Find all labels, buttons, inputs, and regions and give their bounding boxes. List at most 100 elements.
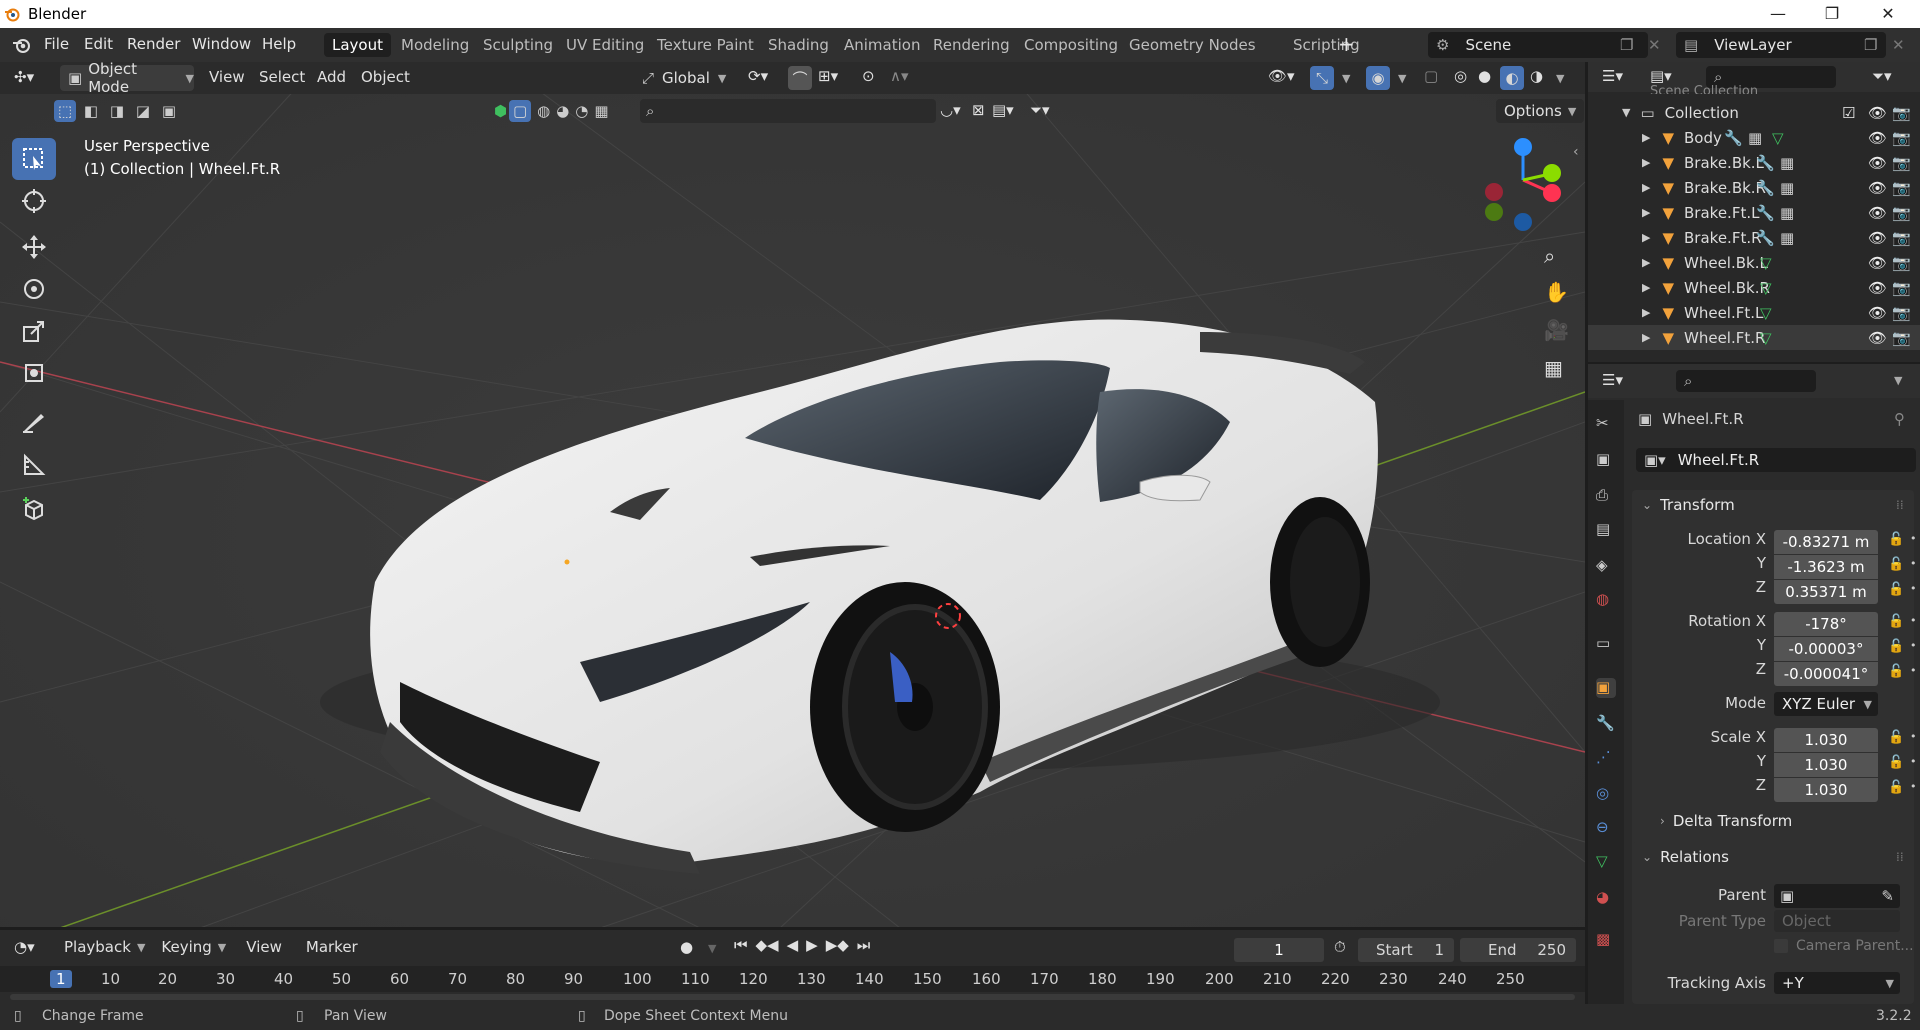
annotate-tool[interactable] bbox=[12, 400, 56, 442]
expand-arrow-icon[interactable]: ▶ bbox=[1642, 156, 1650, 169]
properties-search-input[interactable]: ⌕ bbox=[1676, 370, 1816, 392]
end-frame-field[interactable]: End 250 bbox=[1460, 938, 1576, 962]
keyframe-dot-icon[interactable]: • bbox=[1910, 639, 1917, 652]
eyedropper-icon[interactable]: ✎ bbox=[1881, 887, 1894, 905]
link-icon[interactable]: ◡▾ bbox=[940, 101, 961, 119]
jump-keyframe-forward-icon[interactable]: ▶◆ bbox=[826, 936, 849, 954]
filter-all-icon[interactable]: ⬢ bbox=[494, 102, 507, 120]
transform-tool[interactable] bbox=[12, 352, 56, 394]
keyframe-dot-icon[interactable]: • bbox=[1910, 664, 1917, 677]
lock-icon[interactable]: 🔓 bbox=[1888, 780, 1904, 795]
lock-icon[interactable]: 🔓 bbox=[1888, 664, 1904, 679]
tab-modeling[interactable]: Modeling bbox=[393, 33, 477, 57]
record-icon[interactable]: ● bbox=[680, 938, 693, 956]
filter-globe-icon[interactable]: ◔ bbox=[575, 102, 588, 120]
tab-uv-editing[interactable]: UV Editing bbox=[558, 33, 652, 57]
filter-icon[interactable]: ⏷▾ bbox=[1030, 101, 1050, 119]
outliner-item[interactable]: ▶ ▼ Body 🔧 ▦ ▽ 👁 📷 bbox=[1588, 125, 1920, 150]
marker-menu[interactable]: Marker bbox=[306, 938, 358, 956]
keying-menu[interactable]: Keying bbox=[161, 938, 211, 956]
menu-help[interactable]: Help bbox=[262, 35, 296, 53]
lock-icon[interactable]: 🔓 bbox=[1888, 582, 1904, 597]
data-tab-icon[interactable]: ▽ bbox=[1596, 852, 1616, 872]
viewlayer-selector[interactable]: ▤ ViewLayer bbox=[1676, 32, 1886, 58]
falloff-icon[interactable]: ∧▾ bbox=[890, 67, 909, 85]
outliner-item[interactable]: ▶ ▼ Wheel.Bk.R ▽ 👁 📷 bbox=[1588, 275, 1920, 300]
visibility-icon[interactable]: 👁▾ bbox=[1268, 67, 1295, 85]
eye-icon[interactable]: 👁 bbox=[1868, 104, 1887, 122]
lock-icon[interactable]: 🔓 bbox=[1888, 532, 1904, 547]
filter-mesh-icon[interactable]: ▢ bbox=[509, 100, 532, 122]
start-frame-field[interactable]: Start 1 bbox=[1358, 938, 1454, 962]
outliner-collection-row[interactable]: ▼ ▭ Collection ☑ 👁 📷 bbox=[1588, 100, 1920, 125]
scale-z-field[interactable]: 1.030 bbox=[1774, 778, 1878, 802]
ortho-grid-icon[interactable]: ▦ bbox=[1544, 356, 1563, 380]
outliner-item[interactable]: ▶ ▼ Wheel.Bk.L ▽ 👁 📷 bbox=[1588, 250, 1920, 275]
lock-icon[interactable]: 🔓 bbox=[1888, 755, 1904, 770]
tab-rendering[interactable]: Rendering bbox=[925, 33, 1018, 57]
object-tab-icon[interactable]: ▣ bbox=[1596, 678, 1616, 698]
camera-render-icon[interactable]: 📷 bbox=[1892, 204, 1911, 222]
parent-type-dropdown[interactable]: Object bbox=[1774, 910, 1900, 932]
keyframe-dot-icon[interactable]: • bbox=[1910, 557, 1917, 570]
expand-arrow-icon[interactable]: ▶ bbox=[1642, 206, 1650, 219]
minimize-button[interactable]: — bbox=[1750, 0, 1806, 28]
camera-render-icon[interactable]: 📷 bbox=[1892, 304, 1911, 322]
camera-render-icon[interactable]: 📷 bbox=[1892, 254, 1911, 272]
tab-geometry-nodes[interactable]: Geometry Nodes bbox=[1121, 33, 1264, 57]
menu-file[interactable]: File bbox=[44, 35, 69, 53]
eye-icon[interactable]: 👁 bbox=[1868, 304, 1887, 322]
modifier-tab-icon[interactable]: 🔧 bbox=[1596, 714, 1616, 734]
tab-texture-paint[interactable]: Texture Paint bbox=[649, 33, 762, 57]
close-button[interactable]: ✕ bbox=[1860, 0, 1916, 28]
location-x-field[interactable]: -0.83271 m bbox=[1774, 530, 1878, 554]
timeline-editor-icon[interactable]: ◔▾ bbox=[14, 938, 35, 956]
camera-render-icon[interactable]: 📷 bbox=[1892, 179, 1911, 197]
scene-selector[interactable]: ⚙ Scene bbox=[1428, 32, 1648, 58]
move-tool[interactable] bbox=[12, 226, 56, 268]
delta-transform-subpanel[interactable]: › Delta Transform bbox=[1660, 812, 1792, 830]
gizmo-toggle-icon[interactable]: ⤡ bbox=[1310, 66, 1334, 90]
select-subtract-icon[interactable]: ◨ bbox=[106, 100, 128, 122]
tab-layout[interactable]: Layout bbox=[324, 33, 391, 57]
outliner-editor-icon[interactable]: ☰▾ bbox=[1602, 67, 1623, 85]
remove-viewlayer-icon[interactable]: ✕ bbox=[1892, 36, 1905, 54]
eye-icon[interactable]: 👁 bbox=[1868, 254, 1887, 272]
outliner-item[interactable]: ▶ ▼ Brake.Bk.R 🔧 ▦ 👁 📷 bbox=[1588, 175, 1920, 200]
outliner-item[interactable]: ▶ ▼ Wheel.Ft.L ▽ 👁 📷 bbox=[1588, 300, 1920, 325]
stopwatch-icon[interactable]: ⏱ bbox=[1334, 938, 1346, 956]
select-invert-icon[interactable]: ◪ bbox=[132, 100, 154, 122]
keyframe-dot-icon[interactable]: • bbox=[1910, 532, 1917, 545]
relations-panel-header[interactable]: ⌄ Relations bbox=[1642, 848, 1729, 866]
add-cube-tool[interactable] bbox=[12, 488, 56, 530]
eye-icon[interactable]: 👁 bbox=[1868, 154, 1887, 172]
overlay-toggle-icon[interactable]: ◉ bbox=[1366, 66, 1390, 90]
select-extend-icon[interactable]: ◧ bbox=[80, 100, 102, 122]
panel-drag-icon[interactable]: ⁞⁞ bbox=[1896, 498, 1904, 512]
outliner-item[interactable]: ▶ ▼ Brake.Bk.L 🔧 ▦ 👁 📷 bbox=[1588, 150, 1920, 175]
eye-icon[interactable]: 👁 bbox=[1868, 279, 1887, 297]
viewport-search-input[interactable]: ⌕ bbox=[640, 99, 936, 123]
timeline-view-menu[interactable]: View bbox=[246, 938, 282, 956]
viewport-scene[interactable] bbox=[0, 62, 1585, 927]
viewport-menu-select[interactable]: Select bbox=[259, 68, 305, 86]
keyframe-dot-icon[interactable]: • bbox=[1910, 780, 1917, 793]
eye-icon[interactable]: 👁 bbox=[1868, 179, 1887, 197]
pan-hand-icon[interactable]: ✋ bbox=[1544, 280, 1569, 304]
3d-viewport[interactable]: ✣▾ ▣ Object Mode ▼ View Select Add Objec… bbox=[0, 62, 1585, 927]
lock-icon[interactable]: 🔓 bbox=[1888, 614, 1904, 629]
material-tab-icon[interactable]: ◕ bbox=[1596, 888, 1616, 908]
add-workspace-button[interactable]: + bbox=[1338, 32, 1355, 56]
lock-icon[interactable]: 🔓 bbox=[1888, 639, 1904, 654]
panel-drag-icon[interactable]: ⁞⁞ bbox=[1896, 850, 1904, 864]
camera-render-icon[interactable]: 📷 bbox=[1892, 229, 1911, 247]
measure-tool[interactable] bbox=[12, 444, 56, 486]
texture-tab-icon[interactable]: ▩ bbox=[1596, 930, 1616, 950]
solid-shading-icon[interactable]: ● bbox=[1478, 67, 1491, 85]
expand-arrow-icon[interactable]: ▶ bbox=[1642, 131, 1650, 144]
select-intersect-icon[interactable]: ▣ bbox=[158, 100, 180, 122]
cursor-tool[interactable] bbox=[12, 180, 56, 222]
camera-view-icon[interactable]: 🎥 bbox=[1544, 318, 1569, 342]
rotation-x-field[interactable]: -178° bbox=[1774, 612, 1878, 636]
filter-sphere-icon[interactable]: ◍ bbox=[537, 102, 550, 120]
